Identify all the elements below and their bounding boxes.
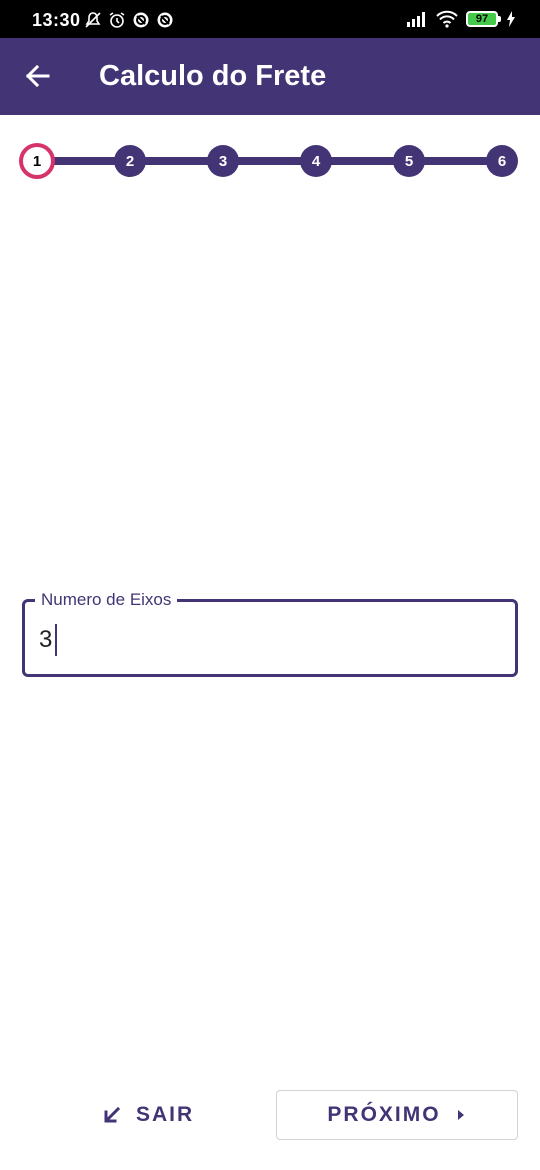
status-notification-icons [84,11,174,29]
page-title: Calculo do Frete [99,60,327,92]
exit-button-label: SAIR [136,1103,195,1126]
step-6[interactable]: 6 [486,145,518,177]
charging-icon [507,11,515,27]
next-button[interactable]: PRÓXIMO [276,1090,518,1140]
text-caret [55,624,57,656]
axles-input[interactable] [39,624,479,656]
step-2[interactable]: 2 [114,145,146,177]
caret-right-icon [457,1110,464,1120]
step-3[interactable]: 3 [207,145,239,177]
status-bar: 13:30 97 [0,0,540,38]
back-button[interactable] [18,56,58,96]
app-bar: Calculo do Frete [0,38,540,115]
stepper: 1 2 3 4 5 6 [0,142,540,182]
arrow-left-icon [25,64,50,88]
battery-level: 97 [475,13,489,25]
at-sign-icon [157,12,173,28]
step-5[interactable]: 5 [393,145,425,177]
alarm-icon [109,12,125,28]
battery-icon: 97 [466,11,501,27]
arrow-down-left-icon [104,1106,121,1123]
exit-button[interactable]: SAIR [92,1092,202,1138]
notifications-off-icon [85,12,101,28]
axles-field[interactable]: Numero de Eixos [22,590,518,677]
axles-label: Numero de Eixos [35,590,178,610]
signal-icon [407,12,425,27]
step-1[interactable]: 1 [19,143,55,179]
stepper-line [37,157,503,165]
next-button-label: PRÓXIMO [327,1103,441,1126]
status-time: 13:30 [32,10,81,30]
step-4[interactable]: 4 [300,145,332,177]
status-system-icons: 97 [406,10,516,28]
at-sign-icon [133,12,149,28]
wifi-icon [436,10,458,28]
